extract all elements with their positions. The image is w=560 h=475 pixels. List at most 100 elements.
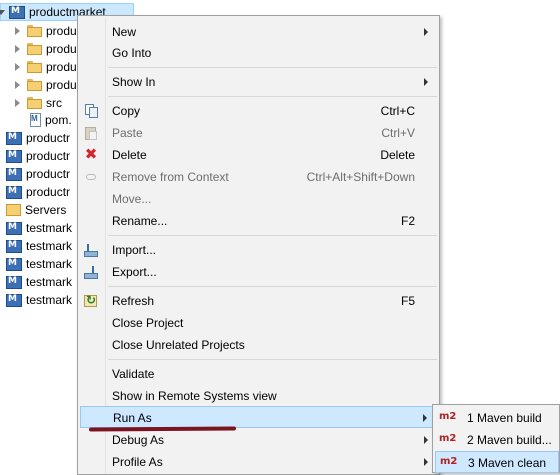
folder-icon [27, 43, 42, 55]
menu-separator [108, 286, 437, 287]
menu-item-show-in-remote-systems[interactable]: Show in Remote Systems view [80, 385, 437, 407]
tree-item-label: produ [46, 78, 77, 92]
submenu-arrow-icon [424, 28, 428, 36]
menu-item-label: Paste [112, 126, 143, 140]
menu-item-rename[interactable]: Rename... F2 [80, 210, 437, 232]
tree-item-file[interactable]: pom. [30, 111, 72, 129]
chevron-right-icon[interactable] [14, 81, 22, 89]
tree-item-folder[interactable]: produ [14, 22, 77, 40]
run-as-submenu: m2 1 Maven build m2 2 Maven build... m2 … [432, 404, 560, 473]
menu-item-label: Delete [112, 148, 147, 162]
menu-item-label: Rename... [112, 214, 168, 228]
menu-item-label: Run As [113, 411, 152, 425]
menu-item-label: New [112, 25, 137, 39]
menu-item-paste[interactable]: Paste Ctrl+V [80, 122, 437, 144]
chevron-right-icon[interactable] [14, 45, 22, 53]
submenu-arrow-icon [424, 458, 428, 466]
tree-item-folder[interactable]: produ [14, 58, 77, 76]
tree-item-label: produ [46, 24, 77, 38]
folder-icon [6, 204, 21, 216]
remove-context-icon [83, 169, 99, 185]
tree-item-project[interactable]: productr [6, 147, 70, 165]
menu-item-shortcut: Delete [380, 148, 415, 162]
tree-item-label: src [46, 96, 62, 110]
menu-item-debug-as[interactable]: Debug As [80, 429, 437, 451]
chevron-right-icon[interactable] [14, 27, 22, 35]
export-icon [83, 264, 99, 280]
tree-item-project[interactable]: productr [6, 129, 70, 147]
menu-item-shortcut: F5 [400, 294, 415, 308]
menu-item-copy[interactable]: Copy Ctrl+C [80, 100, 437, 122]
menu-item-label: Move... [112, 192, 152, 206]
menu-item-import[interactable]: Import... [80, 239, 437, 261]
submenu-item-label: 1 Maven build [467, 411, 542, 425]
maven-m2-icon: m2 [440, 456, 458, 467]
tree-item-project[interactable]: testmark [6, 273, 72, 291]
submenu-item-maven-clean[interactable]: m2 3 Maven clean [435, 451, 559, 473]
tree-item-folder[interactable]: src [14, 94, 62, 112]
tree-item-label: productr [26, 149, 71, 163]
tree-item-project[interactable]: productr [6, 183, 70, 201]
maven-project-icon [6, 239, 22, 253]
submenu-item-maven-build[interactable]: m2 1 Maven build [435, 407, 559, 429]
tree-item-folder[interactable]: produ [14, 40, 77, 58]
menu-item-label: Import... [112, 243, 157, 257]
tree-item-label: productr [26, 131, 71, 145]
menu-item-validate[interactable]: Validate [80, 363, 437, 385]
menu-separator [108, 96, 437, 97]
context-menu: New Go Into Show In Copy Ctrl+C Paste Ct… [77, 15, 440, 475]
menu-item-show-in[interactable]: Show In [80, 71, 437, 93]
maven-project-icon [6, 149, 22, 163]
tree-item-project[interactable]: testmark [6, 291, 72, 309]
tree-item-servers[interactable]: Servers [6, 201, 66, 219]
expand-icon[interactable] [0, 8, 9, 17]
folder-icon [27, 61, 42, 73]
menu-item-refresh[interactable]: Refresh F5 [80, 290, 437, 312]
tree-item-project[interactable]: testmark [6, 219, 72, 237]
tree-item-label: testmark [26, 275, 73, 289]
maven-project-icon [6, 221, 22, 235]
tree-item-label: productr [26, 167, 71, 181]
submenu-arrow-icon [423, 414, 427, 422]
menu-item-label: Close Project [112, 316, 184, 330]
menu-item-label: Copy [112, 104, 141, 118]
menu-item-run-as[interactable]: Run As [80, 406, 437, 428]
maven-project-icon [6, 275, 22, 289]
menu-item-label: Close Unrelated Projects [112, 338, 245, 352]
maven-project-icon [6, 185, 22, 199]
tree-item-project[interactable]: testmark [6, 255, 72, 273]
menu-item-move[interactable]: Move... [80, 188, 437, 210]
maven-project-icon [6, 131, 22, 145]
menu-item-export[interactable]: Export... [80, 261, 437, 283]
submenu-item-maven-build-dialog[interactable]: m2 2 Maven build... [435, 429, 559, 451]
maven-project-icon [6, 257, 22, 271]
folder-icon [27, 25, 42, 37]
tree-item-label: Servers [25, 203, 67, 217]
menu-item-shortcut: Ctrl+C [380, 104, 415, 118]
menu-item-label: Remove from Context [112, 170, 229, 184]
menu-item-close-project[interactable]: Close Project [80, 312, 437, 334]
tree-item-project[interactable]: testmark [6, 237, 72, 255]
tree-item-project[interactable]: productr [6, 165, 70, 183]
menu-item-label: Profile As [112, 455, 163, 469]
menu-item-close-unrelated-projects[interactable]: Close Unrelated Projects [80, 334, 437, 356]
menu-item-profile-as[interactable]: Profile As [80, 451, 437, 473]
pom-file-icon [30, 113, 41, 127]
menu-item-label: Show in Remote Systems view [112, 389, 277, 403]
menu-item-shortcut: Ctrl+Alt+Shift+Down [306, 170, 415, 184]
tree-item-label: testmark [26, 257, 73, 271]
tree-item-label: produ [46, 42, 77, 56]
menu-item-new[interactable]: New [80, 21, 437, 43]
chevron-right-icon[interactable] [14, 63, 22, 71]
menu-item-go-into[interactable]: Go Into [80, 42, 437, 64]
menu-item-label: Refresh [112, 294, 155, 308]
tree-item-label: pom. [45, 113, 72, 127]
menu-item-remove-from-context[interactable]: Remove from Context Ctrl+Alt+Shift+Down [80, 166, 437, 188]
menu-item-shortcut: F2 [400, 214, 415, 228]
menu-item-delete[interactable]: ✖ Delete Delete [80, 144, 437, 166]
tree-item-label: productr [26, 185, 71, 199]
chevron-right-icon[interactable] [14, 99, 22, 107]
delete-icon: ✖ [84, 146, 98, 163]
maven-m2-icon: m2 [439, 411, 457, 422]
tree-item-folder[interactable]: produ [14, 76, 77, 94]
